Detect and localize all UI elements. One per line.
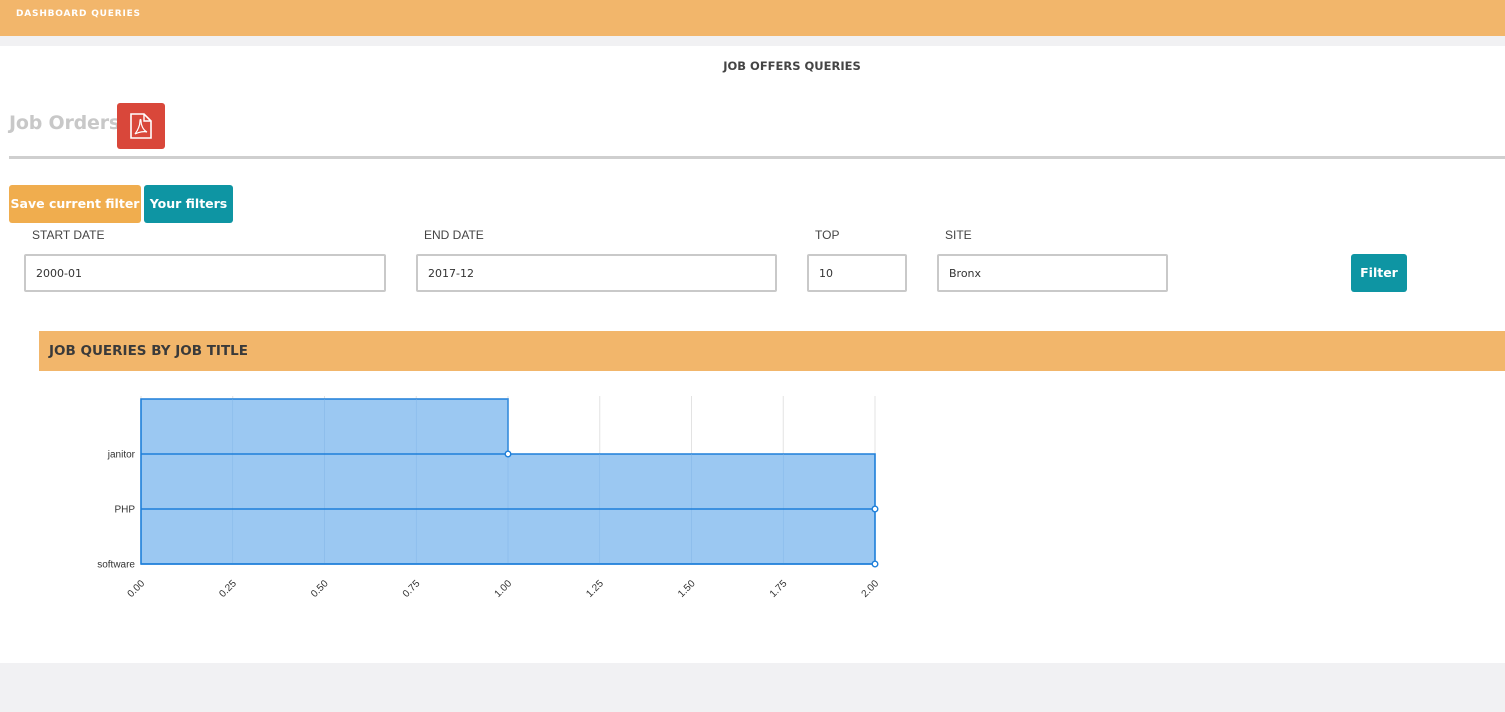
x-tick-label: 1.25 — [584, 578, 606, 600]
category-label: janitor — [107, 450, 136, 461]
x-tick-label: 0.50 — [309, 578, 331, 600]
data-point — [871, 560, 879, 568]
x-tick-label: 1.75 — [768, 578, 790, 600]
x-tick-label: 2.00 — [860, 578, 882, 600]
category-label: software — [97, 560, 135, 571]
data-point — [504, 450, 512, 458]
x-tick-label: 1.50 — [676, 578, 698, 600]
category-label: PHP — [114, 505, 135, 516]
x-tick-label: 1.00 — [493, 578, 515, 600]
data-point — [871, 505, 879, 513]
main-panel: JOB OFFERS QUERIES Job Orders Save curre… — [0, 46, 1505, 663]
x-tick-label: 0.75 — [401, 578, 423, 600]
x-tick-label: 0.00 — [126, 578, 148, 600]
x-tick-label: 0.25 — [217, 578, 239, 600]
app-brand[interactable]: DASHBOARD QUERIES — [16, 9, 141, 19]
top-bar: DASHBOARD QUERIES — [0, 0, 1505, 36]
job-queries-chart: janitor PHP software 0.00 0.25 0.50 0.75 1.00 1.… — [97, 396, 882, 600]
